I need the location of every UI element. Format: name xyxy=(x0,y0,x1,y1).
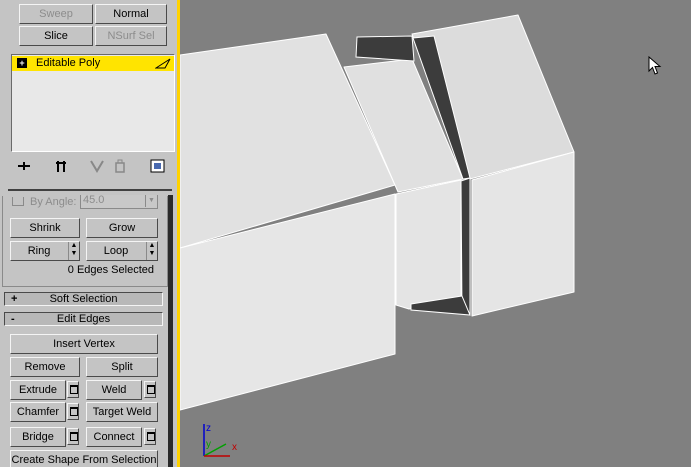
remove-button[interactable]: Remove xyxy=(10,357,80,377)
rollout-sign: + xyxy=(11,293,18,305)
grow-button[interactable]: Grow xyxy=(86,218,158,238)
insert-vertex-button[interactable]: Insert Vertex xyxy=(10,334,158,354)
slice-button[interactable]: Slice xyxy=(19,26,93,46)
axis-y-label: y xyxy=(206,439,211,450)
scrollbar[interactable] xyxy=(168,195,173,467)
remove-modifier-icon[interactable] xyxy=(111,156,129,176)
perspective-viewport[interactable]: z y x xyxy=(180,0,691,467)
normal-button[interactable]: Normal xyxy=(95,4,167,24)
create-shape-button[interactable]: Create Shape From Selection xyxy=(10,450,158,467)
stack-item-editable-poly[interactable]: + Editable Poly xyxy=(12,56,174,71)
ring-label: Ring xyxy=(27,245,51,257)
soft-selection-rollout[interactable]: + Soft Selection xyxy=(4,292,163,306)
make-unique-icon[interactable] xyxy=(88,156,106,176)
mouse-cursor-icon xyxy=(648,56,662,75)
axis-tripod-icon: z y x xyxy=(203,423,237,457)
mesh-geometry[interactable] xyxy=(180,0,691,467)
bridge-settings-button[interactable] xyxy=(67,428,79,445)
show-end-result-icon[interactable] xyxy=(52,156,70,176)
rollout-title: Edit Edges xyxy=(56,313,111,325)
configure-modifier-sets-icon[interactable] xyxy=(149,156,167,176)
command-panel: Sweep Normal Slice NSurf Sel + Editable … xyxy=(0,0,177,467)
nsurf-sel-button[interactable]: NSurf Sel xyxy=(95,26,167,46)
separator xyxy=(8,189,172,191)
connect-settings-button[interactable] xyxy=(144,428,156,445)
sweep-button[interactable]: Sweep xyxy=(19,4,93,24)
axis-x-label: x xyxy=(232,442,237,453)
right-block-front-face xyxy=(471,151,575,317)
weld-button[interactable]: Weld xyxy=(86,380,142,400)
target-weld-button[interactable]: Target Weld xyxy=(86,402,158,422)
connect-button[interactable]: Connect xyxy=(86,427,142,447)
by-angle-label: By Angle: xyxy=(30,196,77,208)
by-angle-checkbox[interactable] xyxy=(12,197,24,206)
chamfer-settings-button[interactable] xyxy=(67,403,79,420)
edit-edges-rollout[interactable]: - Edit Edges xyxy=(4,312,163,326)
modifier-stack-list[interactable]: + Editable Poly xyxy=(11,54,175,152)
shrink-button[interactable]: Shrink xyxy=(10,218,80,238)
bridge-button[interactable]: Bridge xyxy=(10,427,66,447)
middle-block-front-face xyxy=(395,179,462,310)
loop-spinner[interactable]: ▲ ▼ xyxy=(146,242,157,260)
modifier-triangle-icon xyxy=(155,58,171,69)
gap-shadow-top xyxy=(355,35,415,62)
chamfer-button[interactable]: Chamfer xyxy=(10,402,66,422)
rollout-title: Soft Selection xyxy=(49,293,118,305)
gap-shadow-front xyxy=(460,177,471,315)
by-angle-spinner[interactable]: ▼ xyxy=(145,195,157,207)
by-angle-field[interactable]: 45.0 ▼ xyxy=(80,194,158,209)
selection-status: 0 Edges Selected xyxy=(67,264,154,276)
by-angle-value: 45.0 xyxy=(83,194,105,206)
stack-item-label: Editable Poly xyxy=(36,57,101,69)
weld-settings-button[interactable] xyxy=(144,381,156,398)
ring-spinner[interactable]: ▲ ▼ xyxy=(68,242,79,260)
pin-stack-icon[interactable] xyxy=(15,156,33,176)
expand-toggle[interactable]: + xyxy=(17,58,27,68)
extrude-settings-button[interactable] xyxy=(67,381,79,398)
loop-label: Loop xyxy=(103,245,129,257)
rollout-sign: - xyxy=(11,313,15,325)
split-button[interactable]: Split xyxy=(86,357,158,377)
extrude-button[interactable]: Extrude xyxy=(10,380,66,400)
axis-z-label: z xyxy=(206,423,211,434)
